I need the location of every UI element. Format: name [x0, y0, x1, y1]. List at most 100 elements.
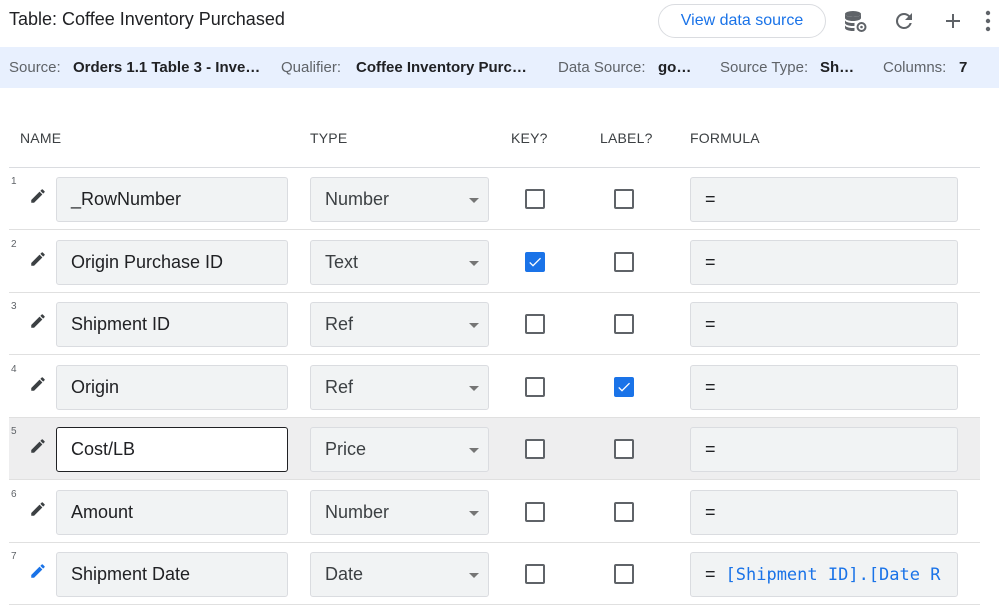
column-name-input[interactable]: Origin	[56, 365, 288, 410]
column-type-value: Text	[325, 252, 359, 272]
view-data-source-button[interactable]: View data source	[658, 4, 826, 38]
key-checkbox[interactable]	[525, 189, 545, 209]
more-vert-icon[interactable]	[978, 8, 998, 34]
label-checkbox[interactable]	[614, 252, 634, 272]
row-number: 6	[11, 489, 17, 500]
source-value: Orders 1.1 Table 3 - Inve…	[73, 59, 261, 76]
key-checkbox[interactable]	[525, 502, 545, 522]
column-name-input[interactable]: Origin Purchase ID	[56, 240, 288, 285]
column-type-value: Number	[325, 189, 390, 209]
edit-pencil-icon[interactable]	[29, 437, 47, 455]
formula-equals: =	[705, 564, 716, 584]
column-name-input[interactable]: Cost/LB	[56, 427, 288, 472]
key-checkbox[interactable]	[525, 377, 545, 397]
column-type-value: Ref	[325, 314, 354, 334]
row-number: 3	[11, 301, 17, 312]
page-title: Table: Coffee Inventory Purchased	[9, 9, 285, 29]
edit-pencil-icon[interactable]	[29, 500, 47, 518]
data-source-value: go…	[658, 59, 692, 76]
row-number: 7	[11, 551, 17, 562]
label-checkbox[interactable]	[614, 564, 634, 584]
label-checkbox[interactable]	[614, 502, 634, 522]
table-row: 2 Origin Purchase ID Text =	[9, 231, 980, 293]
edit-pencil-icon[interactable]	[29, 187, 47, 205]
row-number: 4	[11, 364, 17, 375]
chevron-down-icon	[469, 386, 479, 391]
column-type-select[interactable]: Number	[310, 490, 489, 535]
edit-pencil-icon[interactable]	[29, 312, 47, 330]
label-checkbox[interactable]	[614, 439, 634, 459]
key-checkbox[interactable]	[525, 564, 545, 584]
column-name-input[interactable]: Amount	[56, 490, 288, 535]
table-row: 1 _RowNumber Number =	[9, 168, 980, 230]
table-row: 6 Amount Number =	[9, 481, 980, 543]
source-type-value: Sh…	[820, 59, 855, 76]
chevron-down-icon	[469, 448, 479, 453]
column-type-select[interactable]: Number	[310, 177, 489, 222]
column-name-input[interactable]: _RowNumber	[56, 177, 288, 222]
column-header-label: LABEL?	[600, 130, 653, 146]
source-label: Source:	[9, 59, 61, 76]
formula-input[interactable]: =	[690, 302, 958, 347]
column-type-value: Number	[325, 502, 390, 522]
column-type-value: Date	[325, 564, 364, 584]
label-checkbox[interactable]	[614, 189, 634, 209]
add-icon[interactable]	[940, 8, 966, 34]
formula-equals: =	[705, 189, 716, 209]
formula-equals: =	[705, 377, 716, 397]
column-header-key: KEY?	[511, 130, 548, 146]
table-row: 7 Shipment Date Date = [Shipment ID].[Dat…	[9, 543, 980, 605]
refresh-icon[interactable]	[891, 8, 917, 34]
edit-pencil-icon[interactable]	[29, 562, 47, 580]
formula-equals: =	[705, 439, 716, 459]
column-header-type: TYPE	[310, 130, 348, 146]
edit-pencil-icon[interactable]	[29, 250, 47, 268]
source-type-label: Source Type:	[720, 59, 809, 76]
column-type-select[interactable]: Text	[310, 240, 489, 285]
chevron-down-icon	[469, 573, 479, 578]
qualifier-value: Coffee Inventory Purc…	[356, 59, 527, 76]
formula-expression: [Shipment ID].[Date R	[725, 565, 941, 585]
row-number: 5	[11, 426, 17, 437]
edit-pencil-icon[interactable]	[29, 375, 47, 393]
key-checkbox[interactable]	[525, 252, 545, 272]
formula-equals: =	[705, 502, 716, 522]
column-type-select[interactable]: Price	[310, 427, 489, 472]
label-checkbox[interactable]	[614, 377, 634, 397]
column-type-select[interactable]: Ref	[310, 302, 489, 347]
row-number: 1	[11, 176, 17, 187]
table-header: Table: Coffee Inventory Purchased View d…	[0, 0, 999, 46]
chevron-down-icon	[469, 198, 479, 203]
column-header-name: NAME	[20, 130, 62, 146]
formula-input[interactable]: =	[690, 490, 958, 535]
key-checkbox[interactable]	[525, 439, 545, 459]
label-checkbox[interactable]	[614, 314, 634, 334]
column-type-value: Price	[325, 439, 367, 459]
chevron-down-icon	[469, 511, 479, 516]
column-type-select[interactable]: Date	[310, 552, 489, 597]
table-row: 3 Shipment ID Ref =	[9, 293, 980, 355]
columns-label: Columns:	[883, 59, 947, 76]
column-name-input[interactable]: Shipment ID	[56, 302, 288, 347]
formula-input[interactable]: =	[690, 177, 958, 222]
formula-equals: =	[705, 314, 716, 334]
formula-input[interactable]: =	[690, 365, 958, 410]
column-name-input[interactable]: Shipment Date	[56, 552, 288, 597]
formula-input[interactable]: =	[690, 427, 958, 472]
qualifier-label: Qualifier:	[281, 59, 342, 76]
key-checkbox[interactable]	[525, 314, 545, 334]
table-row: 4 Origin Ref =	[9, 356, 980, 418]
data-source-label: Data Source:	[558, 59, 646, 76]
formula-input[interactable]: =	[690, 240, 958, 285]
table-row-selected: 5 Cost/LB Price =	[9, 418, 980, 480]
chevron-down-icon	[469, 323, 479, 328]
columns-value: 7	[959, 59, 968, 76]
table-info-strip: Source: Orders 1.1 Table 3 - Inve… Quali…	[0, 47, 999, 88]
chevron-down-icon	[469, 261, 479, 266]
formula-input[interactable]: = [Shipment ID].[Date R	[690, 552, 958, 597]
column-type-select[interactable]: Ref	[310, 365, 489, 410]
column-type-value: Ref	[325, 377, 354, 397]
formula-equals: =	[705, 252, 716, 272]
row-number: 2	[11, 239, 17, 250]
database-settings-icon[interactable]	[842, 8, 868, 34]
